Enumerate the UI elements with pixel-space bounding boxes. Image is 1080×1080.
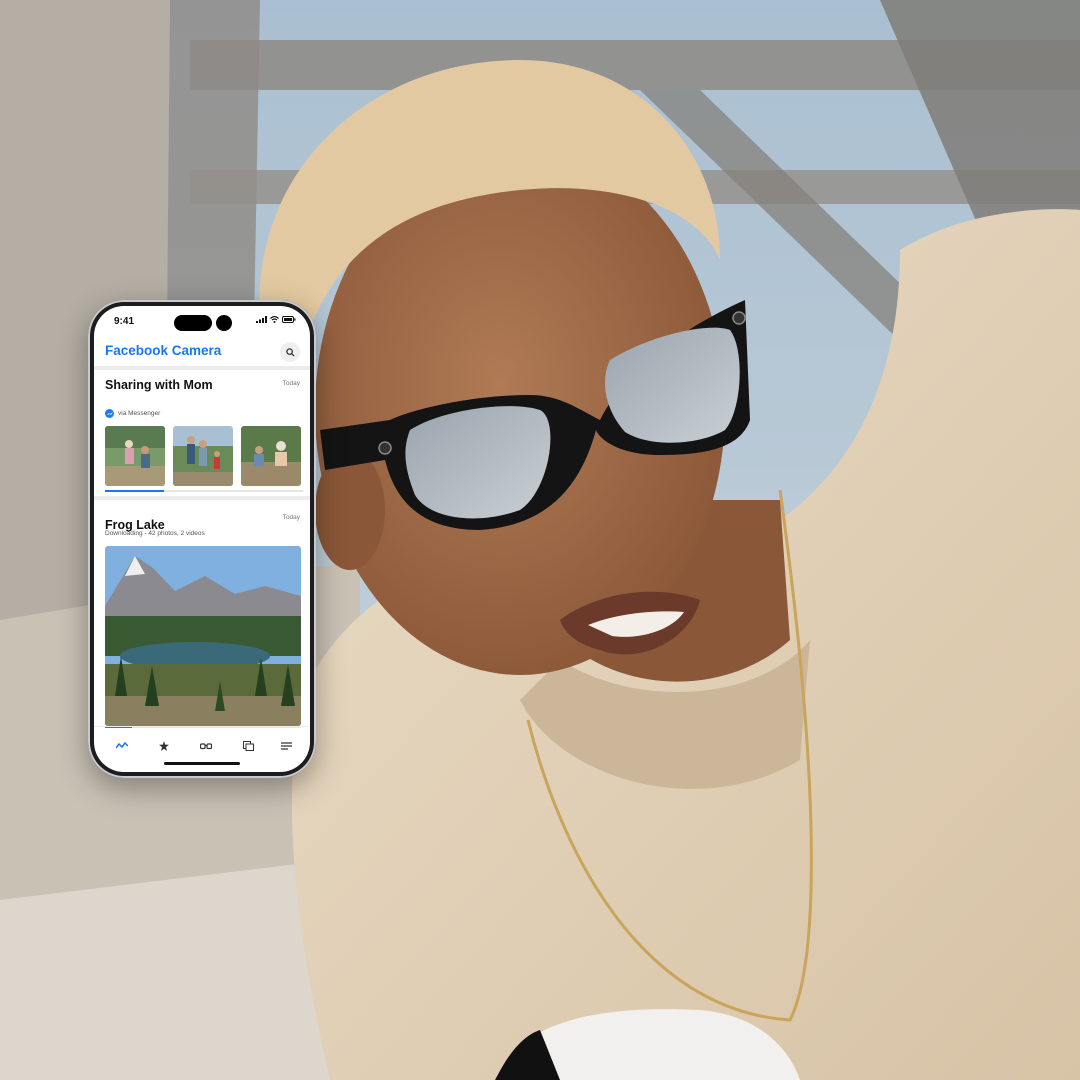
phone-screen: 9:41 Facebook Camera Sharing with Mom To… xyxy=(94,306,310,772)
share-progress-bar xyxy=(105,490,303,492)
photo-thumbnail[interactable] xyxy=(241,426,301,486)
album-card-frog-lake[interactable]: Frog Lake Today Downloading - 42 photos,… xyxy=(94,504,310,728)
album-card-sharing-with-mom[interactable]: Sharing with Mom Today via Messenger xyxy=(94,370,310,500)
tab-menu[interactable] xyxy=(278,739,294,753)
signal-icon xyxy=(255,316,267,323)
photo-thumbnail[interactable] xyxy=(173,426,233,486)
tab-bar xyxy=(94,726,310,772)
star-icon xyxy=(159,741,169,751)
status-time: 9:41 xyxy=(114,316,135,327)
search-button[interactable] xyxy=(280,342,300,362)
tab-glasses[interactable] xyxy=(198,739,214,753)
glasses-icon xyxy=(200,742,212,749)
gallery-icon xyxy=(242,741,254,751)
messenger-icon xyxy=(105,409,114,418)
tab-favorites[interactable] xyxy=(156,739,172,753)
front-camera xyxy=(216,315,232,331)
activity-icon xyxy=(116,742,128,749)
status-bar: 9:41 xyxy=(94,306,310,336)
home-indicator xyxy=(164,762,240,765)
download-status: Downloading - 42 photos, 2 videos xyxy=(105,530,205,537)
tab-activity[interactable] xyxy=(114,739,130,753)
card-title: Sharing with Mom xyxy=(105,378,213,392)
phone-mockup: 9:41 Facebook Camera Sharing with Mom To… xyxy=(88,300,316,778)
wifi-icon xyxy=(269,316,279,323)
frog-lake-photo[interactable] xyxy=(105,546,301,726)
shared-via: via Messenger xyxy=(105,409,160,418)
search-icon xyxy=(285,347,295,357)
card-date: Today xyxy=(282,380,300,387)
app-header: Facebook Camera xyxy=(94,336,310,370)
via-label: via Messenger xyxy=(118,410,161,417)
dynamic-island xyxy=(174,315,212,331)
photo-thumbnail[interactable] xyxy=(105,426,165,486)
app-title: Facebook Camera xyxy=(105,343,222,358)
card-date: Today xyxy=(282,514,300,521)
tab-gallery[interactable] xyxy=(240,739,256,753)
menu-icon xyxy=(280,742,292,750)
battery-icon xyxy=(282,316,296,323)
status-icons xyxy=(255,316,296,325)
photo-thumbnails xyxy=(105,426,301,486)
progress-fill xyxy=(105,490,165,492)
